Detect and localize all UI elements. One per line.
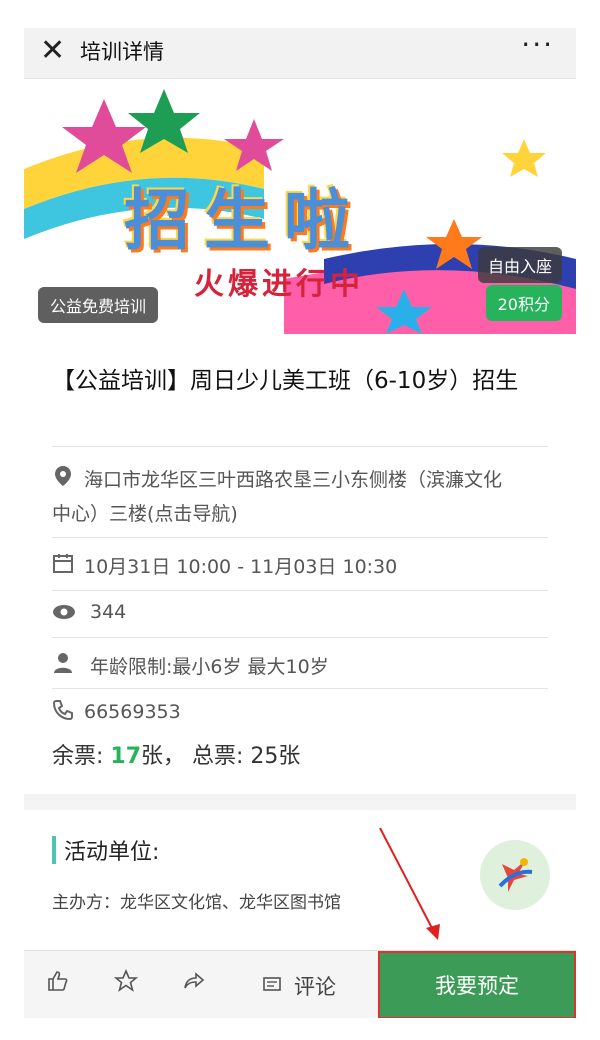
page-title: 培训详情: [80, 40, 164, 64]
bottom-action-bar: 评论 我要预定: [24, 950, 576, 1018]
views-count: 344: [90, 601, 127, 623]
free-training-badge: 公益免费培训: [38, 287, 159, 323]
tickets-info: 余票: 17张， 总票: 25张: [52, 738, 300, 770]
star-icon[interactable]: [113, 968, 139, 999]
top-bar: ✕ 培训详情 ···: [24, 28, 576, 79]
banner-headline: 招生啦: [124, 182, 364, 259]
comment-button[interactable]: 评论: [294, 971, 336, 1001]
banner-subline: 火爆进行中: [194, 267, 364, 302]
like-icon[interactable]: [46, 969, 70, 999]
close-icon[interactable]: ✕: [40, 34, 65, 68]
address-row[interactable]: 海口市龙华区三叶西路农垦三小东侧楼（滨濂文化中心）三楼(点击导航): [52, 446, 548, 537]
views-row: 344: [52, 590, 548, 637]
event-title: 【公益培训】周日少儿美工班（6-10岁）招生: [52, 368, 519, 394]
age-limit-text: 年龄限制:最小6岁 最大10岁: [90, 656, 329, 678]
app-frame: ✕ 培训详情 ··· 招生啦 火爆进行中 公益免费培训 自由入座 20积分 【公…: [24, 28, 576, 1018]
organizer-section: 活动单位: 主办方：龙华区文化馆、龙华区图书馆: [24, 810, 576, 950]
event-info-card: 【公益培训】周日少儿美工班（6-10岁）招生 海口市龙华区三叶西路农垦三小东侧楼…: [24, 334, 576, 794]
phone-row[interactable]: 66569353: [52, 688, 548, 735]
reserve-button[interactable]: 我要预定: [378, 951, 576, 1018]
section-accent-bar: [52, 836, 56, 864]
datetime-text: 10月31日 10:00 - 11月03日 10:30: [84, 556, 398, 578]
comment-icon[interactable]: [262, 973, 282, 1001]
tickets-remaining-count: 17: [110, 744, 142, 769]
eye-icon: [52, 603, 76, 626]
datetime-row: 10月31日 10:00 - 11月03日 10:30: [52, 537, 548, 590]
points-badge: 20积分: [485, 285, 562, 321]
annotation-arrow: [379, 827, 440, 940]
person-icon: [52, 652, 74, 679]
organizer-heading: 活动单位:: [64, 840, 160, 865]
tickets-total-text: 张， 总票: 25张: [141, 744, 301, 769]
phone-icon: [52, 699, 74, 726]
more-options-icon[interactable]: ···: [521, 28, 554, 62]
organizer-logo[interactable]: [480, 840, 550, 910]
share-icon[interactable]: [182, 969, 206, 999]
tickets-remaining-label: 余票:: [52, 744, 111, 769]
age-limit-row: 年龄限制:最小6岁 最大10岁: [52, 637, 548, 688]
event-banner: 招生啦 火爆进行中 公益免费培训 自由入座 20积分: [24, 79, 576, 334]
address-text: 海口市龙华区三叶西路农垦三小东侧楼（滨濂文化中心）三楼(点击导航): [52, 469, 503, 525]
phone-number[interactable]: 66569353: [84, 701, 181, 723]
organizer-host: 主办方：龙华区文化馆、龙华区图书馆: [52, 893, 341, 913]
calendar-icon: [52, 552, 74, 579]
free-seating-badge: 自由入座: [477, 247, 562, 283]
